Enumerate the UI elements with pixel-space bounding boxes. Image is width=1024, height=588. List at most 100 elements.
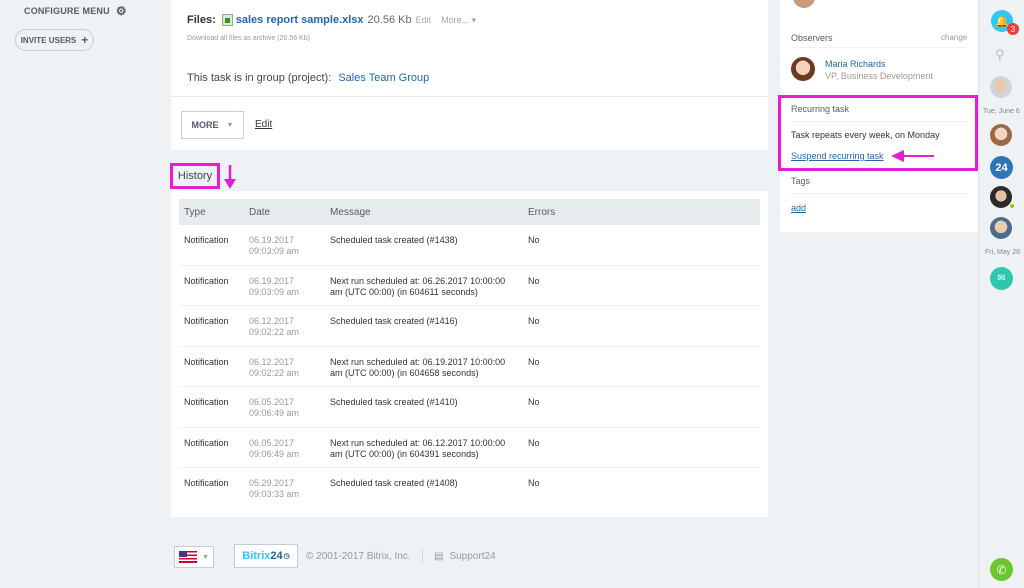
- tags-label: Tags: [791, 176, 811, 186]
- date-text: 06.19.2017: [249, 275, 295, 286]
- bitrix24-logo-button[interactable]: Bitrix 24 ◷: [234, 544, 298, 568]
- gear-icon[interactable]: ⚙: [116, 4, 127, 18]
- configure-menu[interactable]: CONFIGURE MENU ⚙: [24, 4, 127, 18]
- caret-down-icon: ▼: [226, 121, 234, 129]
- table-header: Type Date Message Errors: [179, 199, 760, 225]
- message-text: Scheduled task created (#1410): [330, 397, 458, 407]
- cell-date: 05.29.2017 09:03:33 am: [249, 478, 330, 500]
- column-header-type: Type: [184, 206, 206, 218]
- files-row: Files: sales report sample.xlsx 20.56 Kb…: [187, 14, 476, 26]
- column-header-message: Message: [330, 206, 371, 218]
- caret-down-icon: ▼: [202, 553, 209, 561]
- avatar[interactable]: [990, 124, 1012, 146]
- file-link[interactable]: sales report sample.xlsx: [236, 14, 364, 26]
- cell-date: 06.05.2017 09:06:49 am: [249, 438, 330, 460]
- history-highlight-box: History: [170, 163, 220, 189]
- divider: [171, 96, 768, 97]
- date-text: 06.19.2017: [249, 235, 295, 245]
- edit-link[interactable]: Edit: [255, 119, 272, 130]
- observer-name-link[interactable]: Maria Richards: [825, 59, 886, 69]
- history-title[interactable]: History: [178, 170, 212, 182]
- configure-menu-label[interactable]: CONFIGURE MENU: [24, 6, 110, 16]
- table-row: Notification 05.29.2017 09:03:33 am Sched…: [179, 468, 760, 509]
- column-header-errors: Errors: [528, 206, 556, 218]
- language-selector[interactable]: ▼: [174, 546, 214, 568]
- left-panel: CONFIGURE MENU ⚙ INVITE USERS +: [0, 0, 162, 588]
- suspend-recurring-task-link[interactable]: Suspend recurring task: [791, 151, 884, 161]
- observers-change-link[interactable]: change: [941, 33, 967, 42]
- support-label[interactable]: Support24: [449, 551, 495, 562]
- bitrix-logo-24: 24: [270, 550, 283, 562]
- history-table: Type Date Message Errors Notification 06…: [179, 199, 760, 509]
- time-text: 09:03:33 am: [249, 489, 300, 499]
- phone-icon[interactable]: ✆: [990, 558, 1013, 581]
- download-all-link[interactable]: Download all files as archive (20.56 Kb): [187, 35, 310, 42]
- bitrix24-chat-icon[interactable]: 24: [990, 156, 1013, 179]
- cell-date: 06.19.2017 09:03:09 am: [249, 276, 330, 298]
- task-card: Files: sales report sample.xlsx 20.56 Kb…: [171, 0, 768, 150]
- invite-users-button[interactable]: INVITE USERS +: [15, 29, 94, 51]
- cell-errors: No: [528, 478, 540, 488]
- file-edit-link[interactable]: Edit: [416, 15, 432, 25]
- more-button[interactable]: MORE ▼: [181, 111, 244, 139]
- observer-avatar[interactable]: [791, 57, 815, 81]
- copyright-text: © 2001-2017 Bitrix, Inc.: [306, 551, 411, 562]
- avatar[interactable]: [990, 76, 1012, 98]
- column-header-date: Date: [249, 206, 271, 218]
- cell-message: Next run scheduled at: 06.12.2017 10:00:…: [330, 438, 528, 460]
- history-panel: Type Date Message Errors Notification 06…: [171, 191, 768, 517]
- cell-type: Notification: [184, 235, 229, 245]
- left-arrow-annotation-icon: [891, 150, 934, 162]
- cell-message: Scheduled task created (#1416): [330, 316, 528, 327]
- cell-type: Notification: [184, 356, 229, 367]
- cell-errors: No: [528, 437, 540, 448]
- invite-users-label: INVITE USERS: [20, 35, 77, 45]
- date-text: 06.12.2017: [249, 356, 295, 367]
- notification-count-badge: 3: [1007, 23, 1019, 35]
- cell-type: Notification: [184, 478, 229, 488]
- recurring-task-label: Recurring task: [791, 104, 850, 114]
- table-row: Notification 06.19.2017 09:03:09 am Next …: [179, 266, 760, 306]
- time-text: 09:06:49 am: [249, 408, 300, 418]
- date-label: Fri, May 26: [985, 249, 1021, 256]
- file-more-link[interactable]: More... ▾: [441, 15, 476, 26]
- support-link[interactable]: ▤ Support24: [434, 551, 496, 562]
- time-text: 09:02:22 am: [249, 367, 300, 378]
- cell-type: Notification: [184, 275, 229, 286]
- chat-bubble-icon: ▤: [434, 551, 444, 562]
- cell-errors: No: [528, 356, 540, 367]
- plus-icon: +: [81, 33, 89, 47]
- cell-type: Notification: [184, 437, 229, 448]
- cell-date: 06.19.2017 09:03:09 am: [249, 235, 330, 257]
- observer-title: VP, Business Development: [825, 71, 933, 81]
- clock-icon: ◷: [283, 553, 290, 560]
- search-icon[interactable]: ⚲: [995, 47, 1005, 63]
- tags-add-link[interactable]: add: [791, 203, 806, 213]
- cell-message: Scheduled task created (#1438): [330, 235, 528, 246]
- cell-message: Next run scheduled at: 06.26.2017 10:00:…: [330, 276, 528, 298]
- message-text: Next run scheduled at: 06.19.2017 10:00:…: [330, 356, 506, 367]
- group-row: This task is in group (project): Sales T…: [187, 72, 429, 84]
- date-text: 06.05.2017: [249, 437, 295, 448]
- cell-message: Scheduled task created (#1410): [330, 397, 528, 408]
- date-text: 06.12.2017: [249, 316, 295, 326]
- divider: [791, 47, 967, 48]
- time-text: 09:03:09 am: [249, 286, 300, 297]
- date-text: 05.29.2017: [249, 478, 295, 488]
- cell-date: 06.05.2017 09:06:49 am: [249, 397, 330, 419]
- message-text-2: am (UTC 00:00) (in 604611 seconds): [330, 286, 478, 297]
- table-row: Notification 06.12.2017 09:02:22 am Next …: [179, 347, 760, 387]
- table-row: Notification 06.19.2017 09:03:09 am Sched…: [179, 225, 760, 266]
- files-label: Files:: [187, 14, 216, 26]
- divider: [422, 548, 423, 564]
- message-text: Scheduled task created (#1408): [330, 478, 458, 488]
- cell-errors: No: [528, 275, 540, 286]
- group-label: This task is in group (project):: [187, 72, 332, 84]
- avatar[interactable]: [990, 217, 1012, 239]
- cell-date: 06.12.2017 09:02:22 am: [249, 357, 330, 379]
- message-text-2: am (UTC 00:00) (in 604391 seconds): [330, 448, 479, 459]
- date-text: 06.05.2017: [249, 397, 295, 407]
- open-channel-icon[interactable]: ✉: [990, 267, 1013, 290]
- group-link[interactable]: Sales Team Group: [338, 72, 429, 84]
- message-text: Next run scheduled at: 06.12.2017 10:00:…: [330, 437, 506, 448]
